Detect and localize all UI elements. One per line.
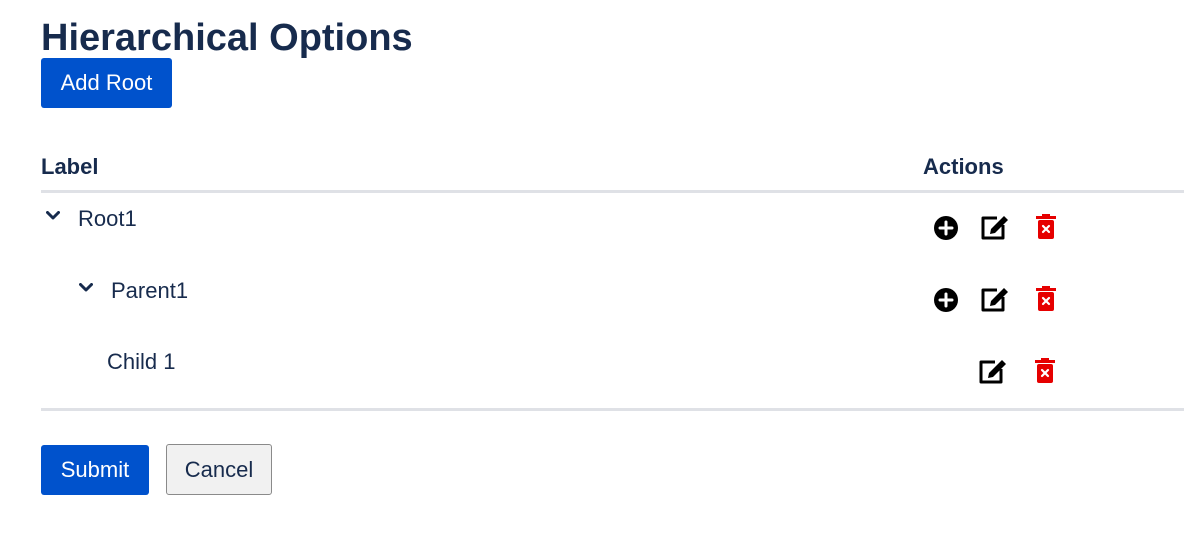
page: Hierarchical Options Add Root Label Acti… bbox=[41, 0, 1184, 549]
table-bottom-divider bbox=[41, 408, 1184, 411]
table-row: Child 1 bbox=[41, 345, 1184, 405]
row-label: Child 1 bbox=[107, 349, 176, 374]
column-header-actions: Actions bbox=[923, 154, 1004, 179]
header-divider bbox=[41, 190, 1184, 193]
edit-icon[interactable] bbox=[980, 212, 1010, 242]
edit-icon[interactable] bbox=[980, 284, 1010, 314]
row-label: Parent1 bbox=[111, 278, 189, 303]
add-icon[interactable] bbox=[931, 285, 961, 315]
cancel-button[interactable]: Cancel bbox=[166, 444, 272, 495]
page-title: Hierarchical Options bbox=[41, 17, 413, 59]
chevron-down-icon[interactable] bbox=[45, 208, 61, 224]
add-root-button[interactable]: Add Root bbox=[41, 58, 172, 108]
delete-icon[interactable] bbox=[1031, 212, 1061, 242]
delete-icon[interactable] bbox=[1030, 356, 1060, 386]
chevron-down-icon[interactable] bbox=[78, 280, 94, 296]
table-row: Root1 bbox=[41, 202, 1184, 262]
edit-icon[interactable] bbox=[978, 356, 1008, 386]
table-row: Parent1 bbox=[41, 274, 1184, 334]
column-header-label: Label bbox=[41, 154, 99, 179]
submit-button[interactable]: Submit bbox=[41, 445, 149, 495]
delete-icon[interactable] bbox=[1031, 284, 1061, 314]
add-icon[interactable] bbox=[931, 213, 961, 243]
row-label: Root1 bbox=[78, 206, 137, 231]
